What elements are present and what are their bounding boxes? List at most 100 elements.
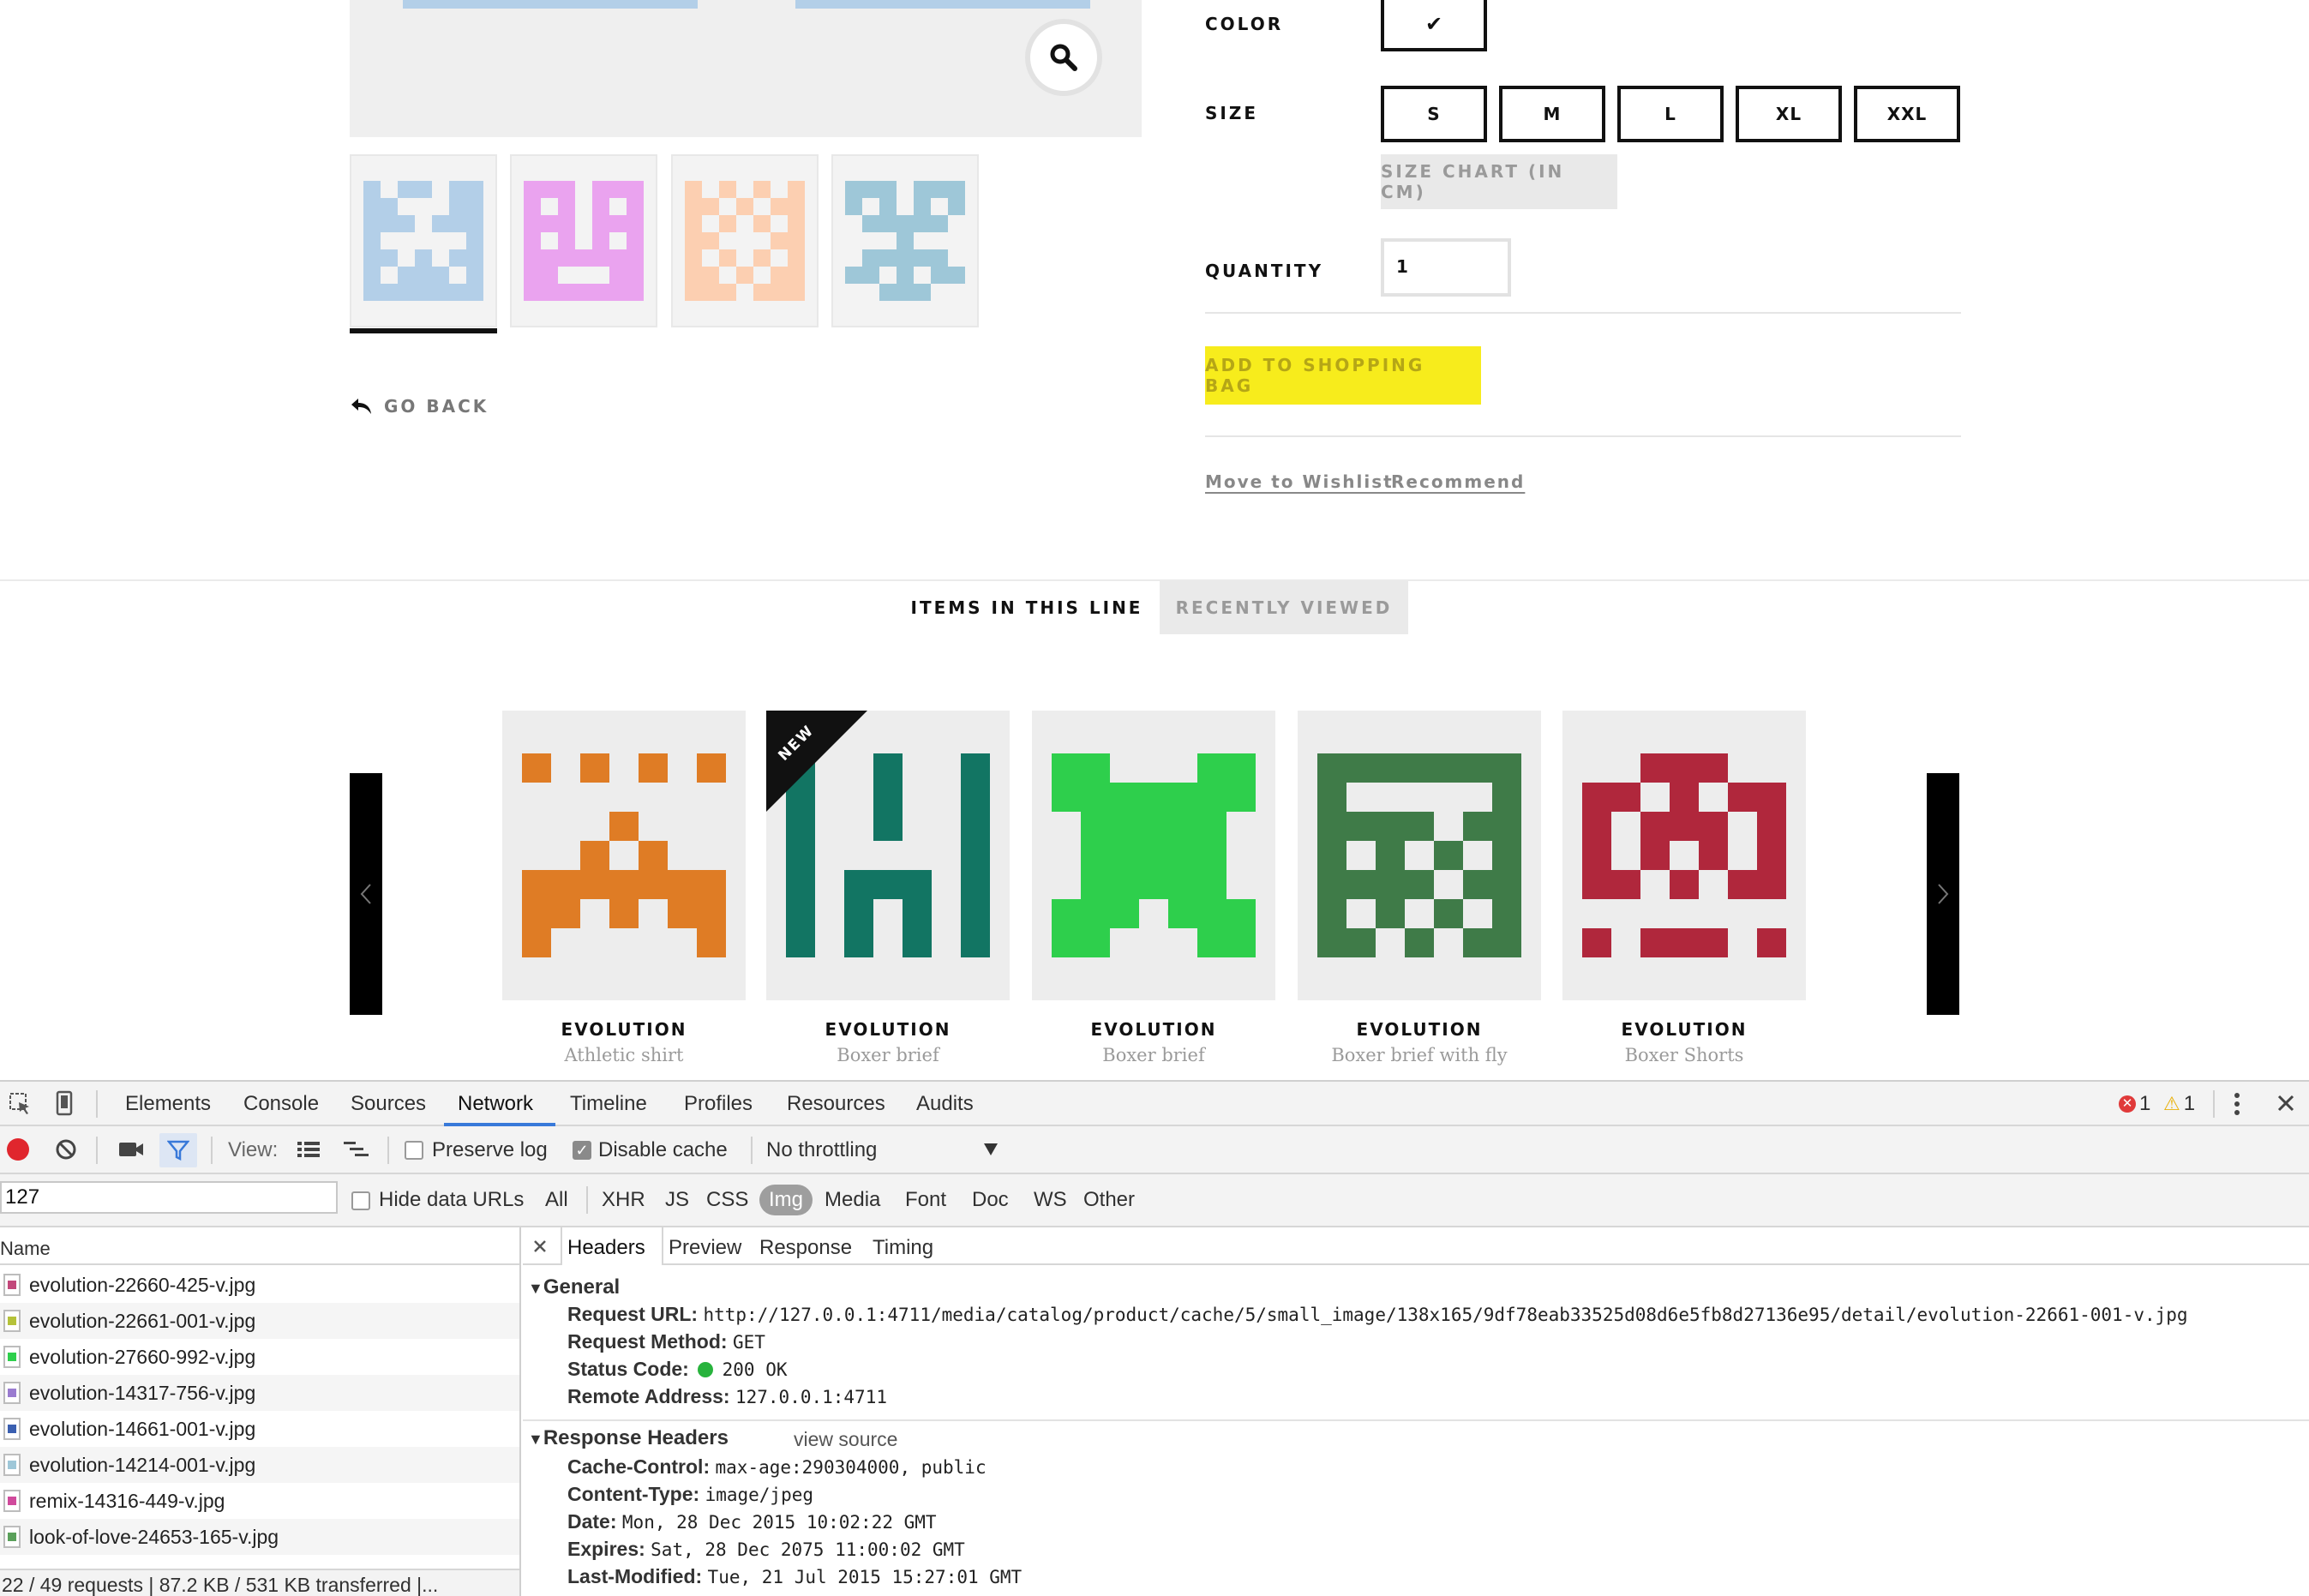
tab-recently-viewed[interactable]: RECENTLY VIEWED: [1160, 581, 1408, 634]
product-card[interactable]: EVOLUTION Boxer brief with fly: [1298, 711, 1541, 1065]
pixel-block: [1492, 870, 1521, 899]
product-card-name[interactable]: Boxer brief with fly: [1298, 1045, 1541, 1065]
warning-counter[interactable]: ⚠ 1: [2163, 1092, 2195, 1116]
product-card-image[interactable]: [1562, 711, 1806, 1000]
product-card[interactable]: EVOLUTION Boxer Shorts: [1562, 711, 1806, 1065]
type-filter-css[interactable]: CSS: [706, 1188, 748, 1212]
add-to-bag-button[interactable]: ADD TO SHOPPING BAG: [1205, 346, 1481, 405]
product-card-name[interactable]: Boxer Shorts: [1562, 1045, 1806, 1065]
move-to-wishlist-link[interactable]: Move to Wishlist: [1205, 471, 1394, 492]
detail-tab-preview[interactable]: Preview: [669, 1236, 741, 1260]
product-card-image[interactable]: NEW: [766, 711, 1010, 1000]
request-row[interactable]: look-of-love-24653-165-v.jpg: [0, 1519, 519, 1555]
type-filter-other[interactable]: Other: [1083, 1188, 1135, 1212]
devtools-tab-audits[interactable]: Audits: [916, 1092, 974, 1116]
error-counter[interactable]: ✕ 1: [2119, 1092, 2150, 1116]
type-filter-font[interactable]: Font: [905, 1188, 946, 1212]
clear-icon[interactable]: [55, 1138, 77, 1161]
product-main-image[interactable]: [350, 0, 1142, 137]
tab-items-in-this-line[interactable]: ITEMS IN THIS LINE: [909, 581, 1145, 634]
pixel-block: [1582, 870, 1611, 899]
product-card-name[interactable]: Boxer brief: [1032, 1045, 1275, 1065]
size-option-button[interactable]: M: [1499, 86, 1605, 142]
devtools-tab-sources[interactable]: Sources: [351, 1092, 426, 1116]
request-file-name: evolution-14661-001-v.jpg: [29, 1417, 256, 1440]
overview-icon[interactable]: [343, 1140, 370, 1159]
request-row[interactable]: evolution-14214-001-v.jpg: [0, 1447, 519, 1483]
name-column-header[interactable]: Name: [0, 1227, 519, 1265]
kebab-menu-icon[interactable]: [2232, 1092, 2242, 1116]
inspect-element-icon[interactable]: [9, 1092, 33, 1116]
devtools-tab-elements[interactable]: Elements: [125, 1092, 211, 1116]
size-option-button[interactable]: XL: [1736, 86, 1842, 142]
size-option-button[interactable]: L: [1617, 86, 1724, 142]
product-thumbnail[interactable]: [831, 154, 979, 327]
pixel-block: [381, 198, 398, 215]
zoom-button[interactable]: [1025, 19, 1102, 96]
product-card-brand[interactable]: EVOLUTION: [1298, 1019, 1541, 1040]
size-option-button[interactable]: XXL: [1854, 86, 1960, 142]
size-chart-button[interactable]: SIZE CHART (IN CM): [1381, 154, 1617, 209]
size-option-button[interactable]: S: [1381, 86, 1487, 142]
product-card-brand[interactable]: EVOLUTION: [502, 1019, 746, 1040]
type-filter-img[interactable]: Img: [759, 1185, 813, 1215]
product-card-name[interactable]: Boxer brief: [766, 1045, 1010, 1065]
filter-input[interactable]: [0, 1181, 338, 1214]
request-row[interactable]: evolution-27660-992-v.jpg: [0, 1339, 519, 1375]
request-row[interactable]: evolution-22660-425-v.jpg: [0, 1267, 519, 1303]
product-thumbnail[interactable]: [671, 154, 819, 327]
devtools-tab-timeline[interactable]: Timeline: [570, 1092, 647, 1116]
color-swatch-selected[interactable]: ✔: [1381, 0, 1487, 51]
product-card-name[interactable]: Athletic shirt: [502, 1045, 746, 1065]
product-card[interactable]: NEW EVOLUTION Boxer brief: [766, 711, 1010, 1065]
product-card[interactable]: EVOLUTION Athletic shirt: [502, 711, 746, 1065]
device-mode-icon[interactable]: [55, 1090, 74, 1116]
large-rows-icon[interactable]: [297, 1140, 321, 1159]
hide-data-urls-checkbox[interactable]: [351, 1191, 370, 1210]
go-back-link[interactable]: GO BACK: [350, 396, 489, 417]
type-filter-media[interactable]: Media: [825, 1188, 880, 1212]
detail-tab-response[interactable]: Response: [759, 1236, 852, 1260]
product-card-image[interactable]: [1298, 711, 1541, 1000]
view-source-link[interactable]: view source: [794, 1428, 897, 1451]
request-row[interactable]: remix-14316-449-v.jpg: [0, 1483, 519, 1519]
pixel-block: [363, 232, 381, 249]
close-details-icon[interactable]: [533, 1239, 547, 1253]
preserve-log-checkbox[interactable]: [405, 1141, 423, 1160]
type-filter-all[interactable]: All: [545, 1188, 568, 1212]
throttling-select[interactable]: No throttling: [766, 1135, 1006, 1166]
product-card[interactable]: EVOLUTION Boxer brief: [1032, 711, 1275, 1065]
disable-cache-checkbox[interactable]: ✓: [573, 1141, 591, 1160]
detail-tab-headers[interactable]: Headers: [567, 1236, 645, 1260]
devtools-tab-resources[interactable]: Resources: [787, 1092, 885, 1116]
detail-tab-timing[interactable]: Timing: [873, 1236, 933, 1260]
response-headers-section-toggle[interactable]: ▼Response Headers: [528, 1426, 729, 1450]
close-devtools-icon[interactable]: [2276, 1094, 2295, 1113]
product-card-image[interactable]: [502, 711, 746, 1000]
product-card-image[interactable]: [1032, 711, 1275, 1000]
carousel-next-button[interactable]: [1927, 773, 1959, 1015]
type-filter-ws[interactable]: WS: [1034, 1188, 1067, 1212]
general-section-toggle[interactable]: ▼General: [528, 1275, 620, 1299]
devtools-tab-console[interactable]: Console: [243, 1092, 319, 1116]
record-icon[interactable]: [7, 1138, 29, 1161]
request-row[interactable]: evolution-22661-001-v.jpg: [0, 1303, 519, 1339]
quantity-input[interactable]: [1396, 244, 1499, 289]
product-thumbnail[interactable]: [350, 154, 497, 327]
product-card-brand[interactable]: EVOLUTION: [1562, 1019, 1806, 1040]
request-row[interactable]: evolution-14661-001-v.jpg: [0, 1411, 519, 1447]
product-thumbnail[interactable]: [510, 154, 657, 327]
request-row[interactable]: evolution-14317-756-v.jpg: [0, 1375, 519, 1411]
product-card-brand[interactable]: EVOLUTION: [1032, 1019, 1275, 1040]
recommend-link[interactable]: Recommend: [1391, 471, 1525, 492]
capture-screenshots-icon[interactable]: [118, 1140, 144, 1159]
type-filter-js[interactable]: JS: [665, 1188, 689, 1212]
devtools-tab-profiles[interactable]: Profiles: [684, 1092, 753, 1116]
carousel-prev-button[interactable]: [350, 773, 382, 1015]
product-card-brand[interactable]: EVOLUTION: [766, 1019, 1010, 1040]
devtools-tab-network[interactable]: Network: [458, 1092, 533, 1116]
pixel-block: [551, 899, 580, 928]
type-filter-doc[interactable]: Doc: [972, 1188, 1009, 1212]
type-filter-xhr[interactable]: XHR: [602, 1188, 645, 1212]
filter-toggle[interactable]: [159, 1133, 197, 1167]
